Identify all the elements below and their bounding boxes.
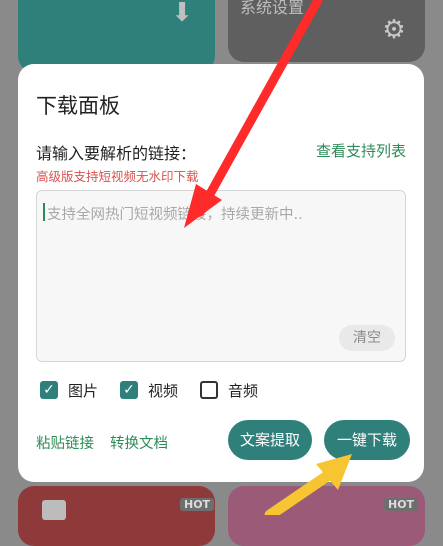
bg-tile-pink [228,486,425,546]
dialog-title: 下载面板 [36,94,120,118]
gear-icon: ⚙ [382,15,406,45]
extract-copy-button[interactable]: 文案提取 [228,420,312,460]
option-video-label: 视频 [148,381,179,400]
view-support-list-link[interactable]: 查看支持列表 [316,140,406,161]
checkbox-checked-icon[interactable]: ✓ [40,381,58,399]
paste-link-button[interactable]: 粘贴链接 [36,432,94,453]
settings-tile-label: 系统设置 [240,0,305,17]
media-type-options: ✓ 图片 ✓ 视频 音频 [40,376,280,404]
option-video[interactable]: ✓ 视频 [120,380,178,401]
link-prompt-label: 请输入要解析的链接： [36,144,197,163]
option-audio-label: 音频 [228,381,259,400]
tile-icon [42,500,66,520]
link-input-placeholder: 支持全网热门短视频链接，持续更新中.. [47,207,303,223]
option-image-label: 图片 [68,381,99,400]
one-click-download-button[interactable]: 一键下载 [324,420,410,460]
hot-badge: HOT [180,498,215,511]
option-image[interactable]: ✓ 图片 [40,380,98,401]
link-input[interactable]: 支持全网热门短视频链接，持续更新中.. 清空 [36,190,406,362]
hot-badge: HOT [384,498,419,511]
convert-document-button[interactable]: 转换文档 [110,432,168,453]
download-panel-dialog: 下载面板 请输入要解析的链接： 查看支持列表 高级版支持短视频无水印下载 支持全… [18,64,424,482]
checkbox-checked-icon[interactable]: ✓ [120,381,139,399]
option-audio[interactable]: 音频 [200,380,258,401]
download-icon: ⬇ [171,0,193,28]
text-caret [43,203,45,221]
checkbox-unchecked-icon[interactable] [200,381,219,399]
clear-button[interactable]: 清空 [339,325,395,351]
promo-text: 高级版支持短视频无水印下载 [36,169,199,184]
